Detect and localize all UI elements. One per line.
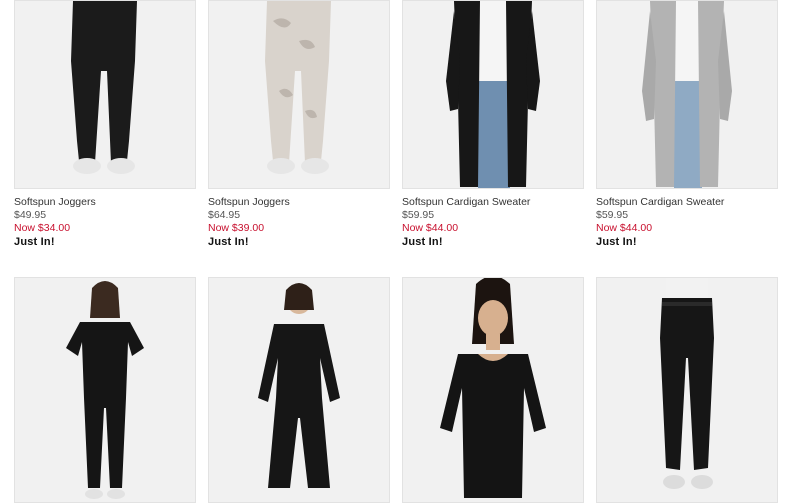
product-card[interactable]: Softspun Cardigan Sweater $59.95 Now $44… bbox=[596, 0, 778, 249]
product-card[interactable] bbox=[14, 277, 196, 503]
original-price: $49.95 bbox=[14, 209, 47, 221]
just-in-badge: Just In! bbox=[596, 236, 637, 248]
product-image[interactable] bbox=[596, 0, 778, 189]
original-price: $64.95 bbox=[208, 209, 241, 221]
just-in-badge: Just In! bbox=[208, 236, 249, 248]
sale-price: Now $44.00 bbox=[596, 222, 653, 234]
product-image[interactable] bbox=[402, 0, 584, 189]
just-in-badge: Just In! bbox=[14, 236, 55, 248]
product-card[interactable]: Softspun Joggers $64.95 Now $39.00 Just … bbox=[208, 0, 390, 249]
product-image[interactable] bbox=[14, 277, 196, 503]
product-name[interactable]: Softspun Cardigan Sweater bbox=[596, 196, 778, 209]
original-price: $59.95 bbox=[596, 209, 629, 221]
product-name[interactable]: Softspun Cardigan Sweater bbox=[402, 196, 584, 209]
product-image[interactable] bbox=[14, 0, 196, 189]
product-image[interactable] bbox=[402, 277, 584, 503]
black-cardigan-icon bbox=[446, 1, 540, 188]
black-pants-icon bbox=[660, 278, 714, 489]
long-sleeve-jumpsuit-icon bbox=[258, 283, 340, 488]
short-sleeve-jumpsuit-icon bbox=[66, 281, 144, 499]
sale-price: Now $39.00 bbox=[208, 222, 265, 234]
product-image[interactable] bbox=[596, 277, 778, 503]
black-top-icon bbox=[440, 278, 546, 498]
product-card[interactable]: Softspun Cardigan Sweater $59.95 Now $44… bbox=[402, 0, 584, 249]
camo-joggers-icon bbox=[265, 1, 331, 174]
grey-cardigan-icon bbox=[642, 1, 732, 188]
product-name[interactable]: Softspun Joggers bbox=[208, 196, 390, 209]
product-image[interactable] bbox=[208, 0, 390, 189]
original-price: $59.95 bbox=[402, 209, 435, 221]
just-in-badge: Just In! bbox=[402, 236, 443, 248]
sale-price: Now $44.00 bbox=[402, 222, 459, 234]
sale-price: Now $34.00 bbox=[14, 222, 71, 234]
product-card[interactable]: Softspun Joggers $49.95 Now $34.00 Just … bbox=[14, 0, 196, 249]
product-card[interactable] bbox=[208, 277, 390, 503]
product-name[interactable]: Softspun Joggers bbox=[14, 196, 196, 209]
product-card[interactable] bbox=[402, 277, 584, 503]
black-joggers-icon bbox=[71, 1, 137, 174]
product-image[interactable] bbox=[208, 277, 390, 503]
product-card[interactable] bbox=[596, 277, 778, 503]
